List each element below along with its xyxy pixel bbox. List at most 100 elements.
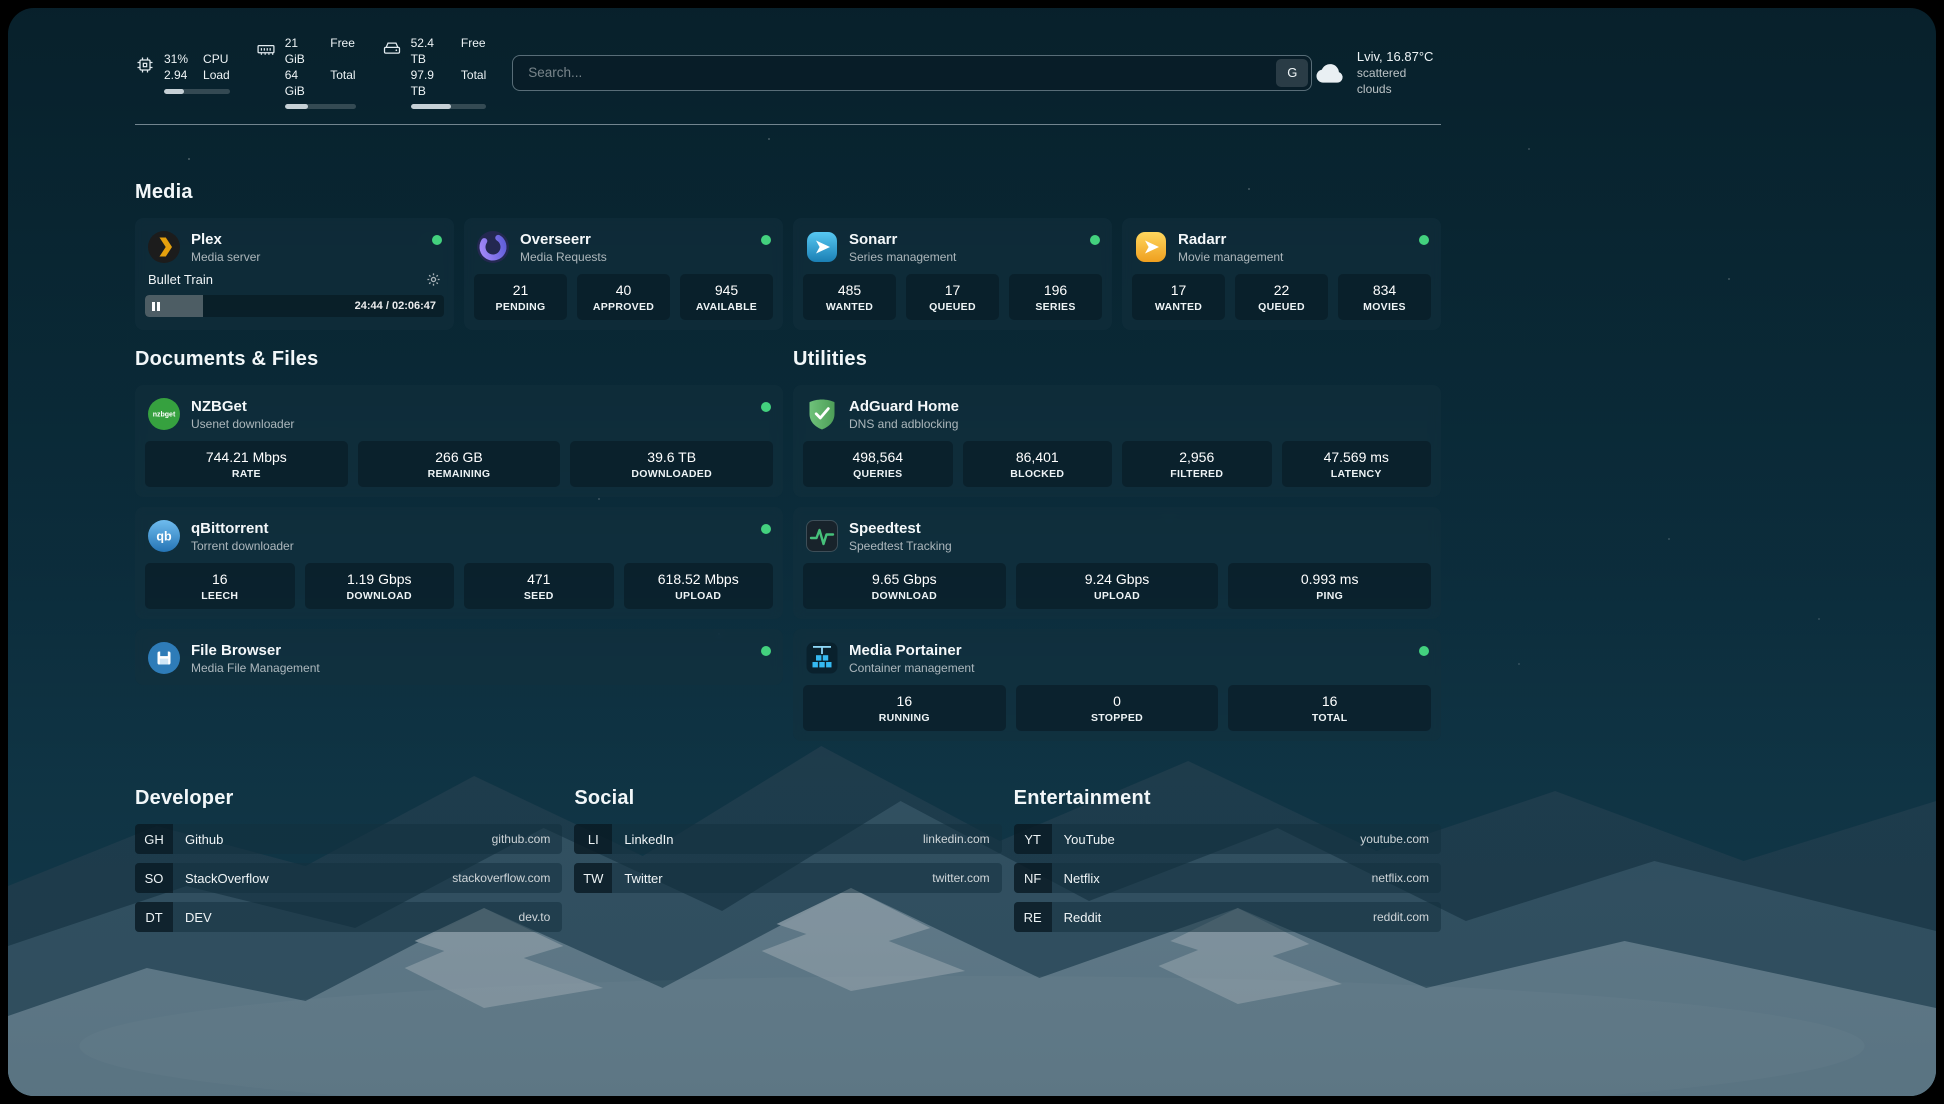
service-card-sonarr[interactable]: Sonarr Series management 485 WANTED 17 Q…: [793, 218, 1112, 330]
service-card-filebrowser[interactable]: File Browser Media File Management: [135, 629, 783, 685]
stats-row: 498,564 QUERIES 86,401 BLOCKED 2,956 FIL…: [803, 441, 1431, 487]
pause-icon: [152, 302, 160, 311]
bookmark-netflix[interactable]: NF Netflix netflix.com: [1014, 863, 1441, 893]
service-card-plex[interactable]: Plex Media server Bullet Train: [135, 218, 454, 330]
bookmark-url: twitter.com: [932, 871, 1001, 885]
cpu-label-bottom: Load: [203, 68, 230, 84]
stat-upload: 9.24 Gbps UPLOAD: [1016, 563, 1219, 609]
card-header: Media Portainer Container management: [803, 639, 1431, 675]
stat-value: 485: [807, 282, 892, 298]
stat-label: DOWNLOADED: [574, 468, 769, 480]
stat-label: PENDING: [478, 301, 563, 313]
stat-ping: 0.993 ms PING: [1228, 563, 1431, 609]
service-card-overseerr[interactable]: Overseerr Media Requests 21 PENDING 40 A…: [464, 218, 783, 330]
service-subtitle: Movie management: [1178, 250, 1283, 264]
stat-value: 47.569 ms: [1286, 449, 1428, 465]
service-card-radarr[interactable]: Radarr Movie management 17 WANTED 22 QUE…: [1122, 218, 1441, 330]
service-name: NZBGet: [191, 398, 294, 415]
bookmark-url: reddit.com: [1373, 910, 1441, 924]
status-dot: [761, 235, 771, 245]
now-playing-title: Bullet Train: [148, 272, 213, 287]
service-card-portainer[interactable]: Media Portainer Container management 16 …: [793, 629, 1441, 741]
bookmark-abbr: YT: [1014, 824, 1052, 854]
service-name: Media Portainer: [849, 642, 974, 659]
stats-row: 21 PENDING 40 APPROVED 945 AVAILABLE: [474, 274, 773, 320]
section-documents: Documents & Files nzbget NZBGet Usenet d…: [135, 348, 783, 685]
stat-value: 618.52 Mbps: [628, 571, 770, 587]
bookmark-url: netflix.com: [1372, 871, 1441, 885]
stat-value: 498,564: [807, 449, 949, 465]
section-entertainment: Entertainment YT YouTube youtube.com NF …: [1014, 787, 1441, 932]
card-header: Sonarr Series management: [803, 228, 1102, 264]
stat-download: 9.65 Gbps DOWNLOAD: [803, 563, 1006, 609]
service-card-qbittorrent[interactable]: qb qBittorrent Torrent downloader 16: [135, 507, 783, 619]
disk-progress-bar: [411, 104, 487, 109]
service-text: Speedtest Speedtest Tracking: [849, 520, 952, 553]
top-bar: 31% CPU 2.94 Load: [135, 36, 1441, 109]
stat-queued: 17 QUEUED: [906, 274, 999, 320]
status-dot: [432, 235, 442, 245]
bookmark-name: DEV: [173, 910, 212, 925]
bookmark-stackoverflow[interactable]: SO StackOverflow stackoverflow.com: [135, 863, 562, 893]
playback-time: 24:44 / 02:06:47: [355, 300, 444, 312]
stat-seed: 471 SEED: [464, 563, 614, 609]
service-card-speedtest[interactable]: Speedtest Speedtest Tracking 9.65 Gbps D…: [793, 507, 1441, 619]
memory-total-value: 64 GiB: [285, 68, 316, 99]
disk-free-value: 52.4 TB: [411, 36, 446, 67]
bookmark-url: stackoverflow.com: [452, 871, 562, 885]
resource-monitors: 31% CPU 2.94 Load: [135, 36, 486, 109]
stat-value: 16: [807, 693, 1002, 709]
stats-row: 16 LEECH 1.19 Gbps DOWNLOAD 471 SEED: [145, 563, 773, 609]
bookmark-reddit[interactable]: RE Reddit reddit.com: [1014, 902, 1441, 932]
settings-icon[interactable]: [426, 272, 441, 287]
stat-wanted: 17 WANTED: [1132, 274, 1225, 320]
stat-value: 196: [1013, 282, 1098, 298]
bookmark-abbr: RE: [1014, 902, 1052, 932]
section-title-utilities: Utilities: [793, 348, 1441, 371]
bookmark-youtube[interactable]: YT YouTube youtube.com: [1014, 824, 1441, 854]
stat-wanted: 485 WANTED: [803, 274, 896, 320]
stat-label: WANTED: [807, 301, 892, 313]
bookmark-abbr: DT: [135, 902, 173, 932]
bookmark-abbr: LI: [574, 824, 612, 854]
service-subtitle: Speedtest Tracking: [849, 539, 952, 553]
weather-location: Lviv, 16.87°C: [1357, 48, 1441, 66]
bookmark-github[interactable]: GH Github github.com: [135, 824, 562, 854]
bookmark-abbr: NF: [1014, 863, 1052, 893]
service-card-adguard[interactable]: AdGuard Home DNS and adblocking 498,564 …: [793, 385, 1441, 497]
cpu-monitor: 31% CPU 2.94 Load: [135, 52, 230, 94]
bookmark-abbr: SO: [135, 863, 173, 893]
playback-progress-bar: 24:44 / 02:06:47: [145, 295, 444, 317]
search-provider-google[interactable]: G: [1276, 59, 1308, 87]
stat-value: 22: [1239, 282, 1324, 298]
service-name: File Browser: [191, 642, 320, 659]
cpu-label-top: CPU: [203, 52, 230, 68]
stat-label: PING: [1232, 590, 1427, 602]
memory-icon: [256, 39, 276, 59]
stats-row: 16 RUNNING 0 STOPPED 16 TOTAL: [803, 685, 1431, 731]
disk-monitor: 52.4 TB Free 97.9 TB Total: [382, 36, 487, 109]
bookmark-url: linkedin.com: [923, 832, 1002, 846]
bookmark-twitter[interactable]: TW Twitter twitter.com: [574, 863, 1001, 893]
service-text: File Browser Media File Management: [191, 642, 320, 675]
service-card-nzbget[interactable]: nzbget NZBGet Usenet downloader 744.21 M…: [135, 385, 783, 497]
disk-total-value: 97.9 TB: [411, 68, 446, 99]
search-input[interactable]: [516, 65, 1276, 80]
memory-label-bottom: Total: [330, 68, 355, 99]
service-text: Overseerr Media Requests: [520, 231, 607, 264]
bookmark-dev[interactable]: DT DEV dev.to: [135, 902, 562, 932]
stat-value: 0.993 ms: [1232, 571, 1427, 587]
service-subtitle: DNS and adblocking: [849, 417, 959, 431]
status-dot: [761, 646, 771, 656]
cpu-icon: [135, 55, 155, 75]
bookmark-linkedin[interactable]: LI LinkedIn linkedin.com: [574, 824, 1001, 854]
stat-upload: 618.52 Mbps UPLOAD: [624, 563, 774, 609]
stat-latency: 47.569 ms LATENCY: [1282, 441, 1432, 487]
service-subtitle: Media server: [191, 250, 260, 264]
bookmark-name: Github: [173, 832, 223, 847]
bookmark-name: LinkedIn: [612, 832, 673, 847]
stat-label: STOPPED: [1020, 712, 1215, 724]
section-title-social: Social: [574, 787, 1001, 810]
memory-progress-bar: [285, 104, 356, 109]
stat-rate: 744.21 Mbps RATE: [145, 441, 348, 487]
